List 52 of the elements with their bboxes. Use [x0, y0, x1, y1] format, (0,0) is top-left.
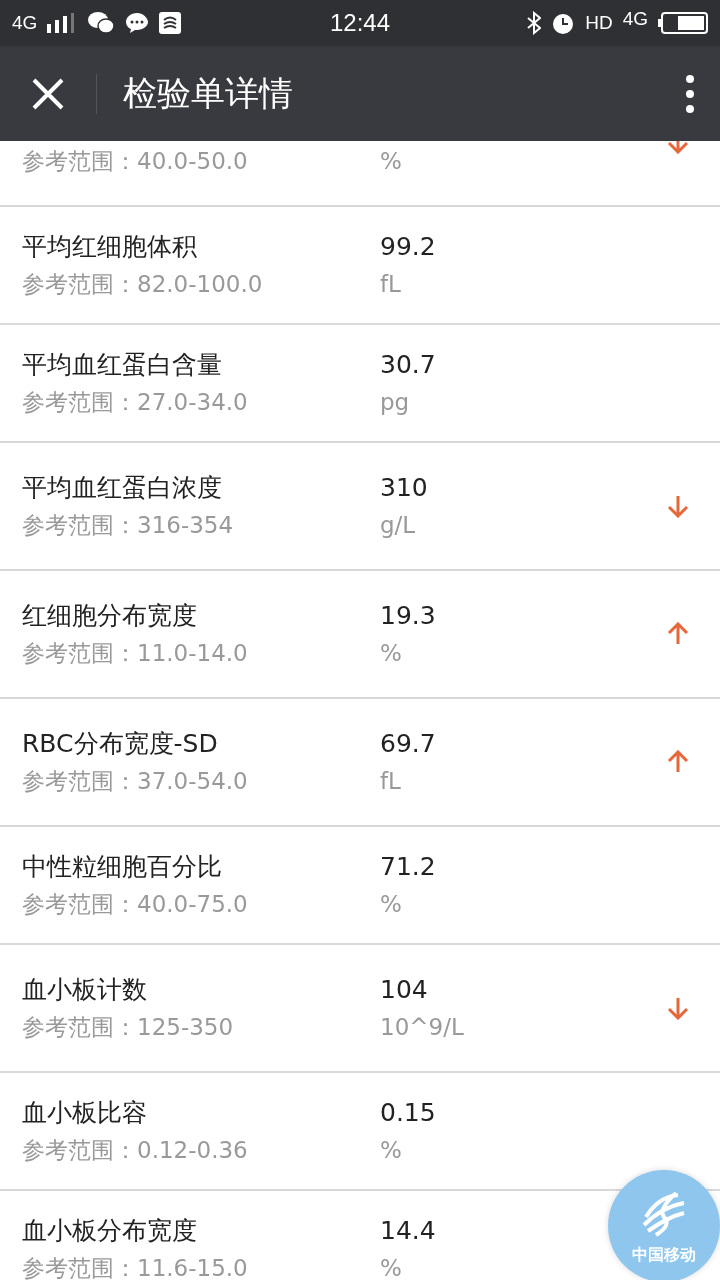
result-value: 104 [380, 975, 428, 1005]
reference-range: 参考范围：82.0-100.0 [22, 270, 263, 298]
result-value: 69.7 [380, 729, 436, 759]
message-icon [125, 11, 150, 35]
reference-range: 参考范围：125-350 [22, 1013, 234, 1041]
test-name: 平均血红蛋白含量 [22, 350, 222, 380]
test-name: 血小板比容 [22, 1098, 147, 1128]
test-name: 血小板分布宽度 [22, 1216, 197, 1246]
test-name: 血小板计数 [22, 975, 147, 1005]
chat-icon [87, 11, 116, 35]
result-value: 14.4 [380, 1216, 436, 1246]
result-value: 19.3 [380, 601, 436, 631]
result-unit: % [380, 890, 402, 918]
test-name: 平均血红蛋白浓度 [22, 473, 222, 503]
network-type: 4G [622, 8, 648, 30]
network-type: 4G [12, 12, 38, 34]
reference-range: 参考范围：316-354 [22, 511, 234, 539]
result-unit: % [380, 639, 402, 667]
bluetooth-icon [527, 11, 542, 35]
page-title: 检验单详情 [123, 71, 294, 115]
hd-label: HD [585, 12, 613, 34]
battery-icon [658, 12, 708, 34]
result-value: 99.2 [380, 232, 436, 262]
result-unit: fL [380, 767, 401, 795]
reference-range: 参考范围：11.0-14.0 [22, 639, 248, 667]
reference-range: 参考范围：40.0-50.0 [22, 147, 248, 175]
result-unit: % [380, 147, 402, 175]
result-value: 30.7 [380, 350, 436, 380]
result-unit: pg [380, 388, 410, 416]
reference-range: 参考范围：37.0-54.0 [22, 767, 248, 795]
clock: 12:44 [329, 9, 391, 37]
result-value: 0.15 [380, 1098, 436, 1128]
alarm-icon [551, 11, 576, 35]
result-unit: fL [380, 270, 401, 298]
test-name: 红细胞分布宽度 [22, 601, 197, 631]
result-unit: g/L [380, 511, 416, 539]
result-value: 310 [380, 473, 428, 503]
result-unit: % [380, 1254, 402, 1280]
result-unit: 10^9/L [380, 1013, 464, 1041]
close-icon [32, 77, 64, 110]
result-value: 71.2 [380, 852, 436, 882]
test-name: 平均红细胞体积 [22, 232, 197, 262]
reference-range: 参考范围：40.0-75.0 [22, 890, 248, 918]
reference-range: 参考范围：0.12-0.36 [22, 1136, 248, 1164]
more-icon [686, 74, 694, 113]
app-icon [159, 12, 182, 34]
test-name: RBC分布宽度-SD [22, 729, 218, 759]
reference-range: 参考范围：11.6-15.0 [22, 1254, 248, 1280]
test-name: 中性粒细胞百分比 [22, 852, 222, 882]
reference-range: 参考范围：27.0-34.0 [22, 388, 248, 416]
result-unit: % [380, 1136, 402, 1164]
floating-assistant-button[interactable]: 中国移动 [608, 1170, 720, 1280]
